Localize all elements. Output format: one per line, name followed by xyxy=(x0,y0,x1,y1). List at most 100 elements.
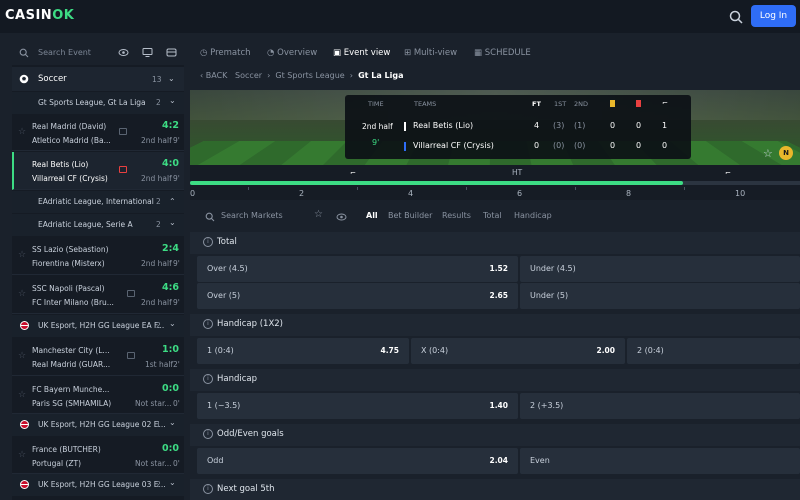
search-icon xyxy=(205,212,215,222)
league-row[interactable]: EAdriatic League, International 2 ⌃ xyxy=(12,191,184,213)
chevron-down-icon[interactable]: ⌄ xyxy=(169,478,176,487)
match-score: 0:0 xyxy=(162,383,180,394)
league-row[interactable]: EAdriatic League, Serie A 2 ⌄ xyxy=(12,214,184,236)
info-icon[interactable]: i xyxy=(203,237,213,247)
chevron-down-icon[interactable]: ⌄ xyxy=(169,418,176,427)
info-icon[interactable]: i xyxy=(203,484,213,494)
crumb-league[interactable]: Gt Sports League xyxy=(275,71,344,80)
home-team: Real Madrid (David) xyxy=(32,122,107,131)
home-team: SS Lazio (Sebastion) xyxy=(32,245,109,254)
sport-soccer[interactable]: Soccer 13 ⌄ xyxy=(12,67,184,91)
star-icon[interactable]: ☆ xyxy=(18,250,26,260)
odd-button[interactable]: Over (5) 2.65 xyxy=(197,283,518,309)
odd-button[interactable]: Under (4.5) xyxy=(520,256,800,282)
league-row[interactable]: Gt Sports League, Gt La Liga 2 ⌄ xyxy=(12,92,184,114)
favorite-star-icon[interactable]: ☆ xyxy=(314,209,323,220)
star-icon[interactable]: ☆ xyxy=(18,390,26,400)
eye-icon[interactable] xyxy=(118,47,129,58)
odd-button[interactable]: Odd 2.04 xyxy=(197,448,518,474)
match-row[interactable]: ☆ FC Bayern Munche... Paris SG (SMHAMILA… xyxy=(12,377,184,414)
tv-icon xyxy=(127,352,135,359)
league-row[interactable]: UK Esport, H2H GG League 02 E... 1 ⌄ xyxy=(12,414,184,436)
match-row[interactable]: ☆ Real Madrid (David) Atletico Madrid (B… xyxy=(12,115,184,151)
star-icon[interactable]: ☆ xyxy=(18,289,26,299)
match-row-active[interactable]: Real Betis (Lio) Villarreal CF (Crysis) … xyxy=(12,152,184,190)
match-row[interactable]: ☆ Manchester City (L... Real Madrid (GUA… xyxy=(12,338,184,376)
market-odd-even[interactable]: i Odd/Even goals xyxy=(190,424,800,446)
team1-ft: 4 xyxy=(534,121,540,130)
match-row[interactable]: ☆ SSC Napoli (Pascal) FC Inter Milano (B… xyxy=(12,276,184,314)
team1-1st: (3) xyxy=(553,121,565,130)
scoreboard-header-ft: FT xyxy=(532,100,541,108)
tab-prematch[interactable]: ◷ Prematch xyxy=(200,48,251,58)
tab-overview[interactable]: ◔ Overview xyxy=(267,48,317,58)
market-total[interactable]: i Total xyxy=(190,232,800,254)
uk-flag-icon xyxy=(20,420,29,429)
tv-icon xyxy=(119,128,127,135)
casinok-logo[interactable]: CASINOK xyxy=(5,8,74,23)
odd-button[interactable]: X (0:4) 2.00 xyxy=(411,338,625,364)
halftime-label: HT xyxy=(512,168,523,177)
timeline-tick-label: 6 xyxy=(517,189,523,198)
monitor-icon[interactable] xyxy=(142,47,153,58)
league-count: 2 xyxy=(156,98,161,107)
n-badge[interactable]: N xyxy=(779,146,793,160)
tab-schedule[interactable]: ▦ SCHEDULE xyxy=(474,48,531,58)
search-icon[interactable] xyxy=(728,9,744,25)
tab-event-view[interactable]: ▣ Event view xyxy=(333,48,390,58)
eye-icon[interactable] xyxy=(336,212,347,222)
match-status: 2nd half xyxy=(141,259,172,268)
odd-button[interactable]: Under (5) xyxy=(520,283,800,309)
odd-value: 2.04 xyxy=(489,456,508,465)
away-team: Paris SG (SMHAMILA) xyxy=(32,399,112,408)
crumb-sport[interactable]: Soccer xyxy=(235,71,262,80)
filter-handicap[interactable]: Handicap xyxy=(514,211,552,220)
league-name: UK Esport, H2H GG League EA F... xyxy=(38,321,165,330)
market-handicap-1x2[interactable]: i Handicap (1X2) xyxy=(190,314,800,336)
chevron-down-icon[interactable]: ⌄ xyxy=(169,319,176,328)
event-search[interactable]: Search Event xyxy=(12,41,184,65)
odd-button[interactable]: 2 (+3.5) xyxy=(520,393,800,419)
filter-bet-builder[interactable]: Bet Builder xyxy=(388,211,432,220)
match-minute: 9' xyxy=(173,259,180,268)
back-link[interactable]: ‹ BACK xyxy=(200,71,227,80)
match-row[interactable]: ☆ France (BUTCHER) Portugal (ZT) 0:0 Not… xyxy=(12,437,184,474)
odd-button[interactable]: Even xyxy=(520,448,800,474)
star-icon[interactable]: ☆ xyxy=(18,351,26,361)
event-search-input[interactable]: Search Event xyxy=(38,48,91,57)
home-team: France (BUTCHER) xyxy=(32,445,101,454)
chevron-up-icon[interactable]: ⌃ xyxy=(169,197,176,206)
timeline-tick-label: 0 xyxy=(190,189,196,198)
odd-button[interactable]: 1 (−3.5) 1.40 xyxy=(197,393,518,419)
odd-button[interactable]: 2 (0:4) xyxy=(627,338,800,364)
info-icon[interactable]: i xyxy=(203,429,213,439)
timeline-minor-mark xyxy=(466,187,467,190)
match-status: Not star... xyxy=(135,459,172,468)
login-button[interactable]: Log In xyxy=(751,5,796,27)
filter-all[interactable]: All xyxy=(366,211,378,220)
market-handicap[interactable]: i Handicap xyxy=(190,369,800,391)
filter-results[interactable]: Results xyxy=(442,211,471,220)
info-icon[interactable]: i xyxy=(203,319,213,329)
star-icon[interactable]: ☆ xyxy=(18,450,26,460)
team2-yellow: 0 xyxy=(610,141,616,150)
filter-total[interactable]: Total xyxy=(483,211,502,220)
tab-multi-view[interactable]: ⊞ Multi-view xyxy=(404,48,457,58)
match-score: 4:2 xyxy=(162,120,180,131)
market-next-goal[interactable]: i Next goal 5th xyxy=(190,479,800,500)
chevron-down-icon[interactable]: ⌄ xyxy=(168,74,175,83)
odd-button[interactable]: Over (4.5) 1.52 xyxy=(197,256,518,282)
odd-button[interactable]: 1 (0:4) 4.75 xyxy=(197,338,409,364)
match-score: 2:4 xyxy=(162,243,180,254)
chevron-down-icon[interactable]: ⌄ xyxy=(169,96,176,105)
league-row[interactable]: UK Esport, H2H GG League 03 E... 2 ⌄ xyxy=(12,474,184,496)
star-icon[interactable]: ☆ xyxy=(18,127,26,137)
away-team: Portugal (ZT) xyxy=(32,459,82,468)
match-row[interactable]: ☆ SS Lazio (Sebastion) Fiorentina (Miste… xyxy=(12,237,184,275)
favorite-star-icon[interactable]: ☆ xyxy=(763,147,773,160)
info-icon[interactable]: i xyxy=(203,374,213,384)
tv-icon[interactable] xyxy=(166,47,177,58)
market-search-input[interactable]: Search Markets xyxy=(221,211,283,220)
chevron-down-icon[interactable]: ⌄ xyxy=(169,218,176,227)
league-row[interactable]: UK Esport, H2H GG League EA F... 2 ⌄ xyxy=(12,315,184,337)
